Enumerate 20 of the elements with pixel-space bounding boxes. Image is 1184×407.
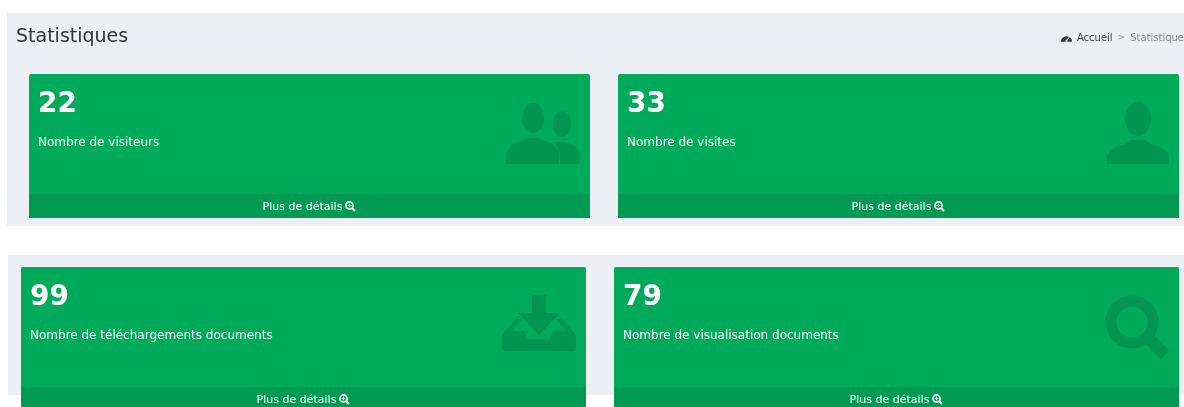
stat-value: 22 [38, 86, 78, 120]
zoom-in-icon [934, 200, 946, 212]
details-link[interactable]: Plus de détails [618, 194, 1179, 218]
details-link[interactable]: Plus de détails [21, 387, 586, 407]
breadcrumb-separator: > [1117, 32, 1126, 42]
details-link[interactable]: Plus de détails [29, 194, 590, 218]
page-title: Statistiques [16, 24, 129, 46]
stat-value: 33 [627, 86, 667, 120]
breadcrumb-item: Statistique [1130, 31, 1184, 43]
details-link[interactable]: Plus de détails [614, 387, 1179, 407]
breadcrumb-item[interactable]: Accueil [1076, 31, 1113, 43]
zoom-in-icon [345, 200, 357, 212]
stat-value: 79 [623, 279, 663, 313]
zoom-in-icon [932, 393, 944, 405]
stat-label: Nombre de visualisation documents [623, 328, 840, 342]
stat-label: Nombre de téléchargements documents [30, 328, 274, 342]
zoom-in-icon [339, 393, 351, 405]
stat-value: 99 [30, 279, 70, 313]
stat-label: Nombre de visiteurs [38, 135, 161, 149]
stat-label: Nombre de visites [627, 135, 737, 149]
